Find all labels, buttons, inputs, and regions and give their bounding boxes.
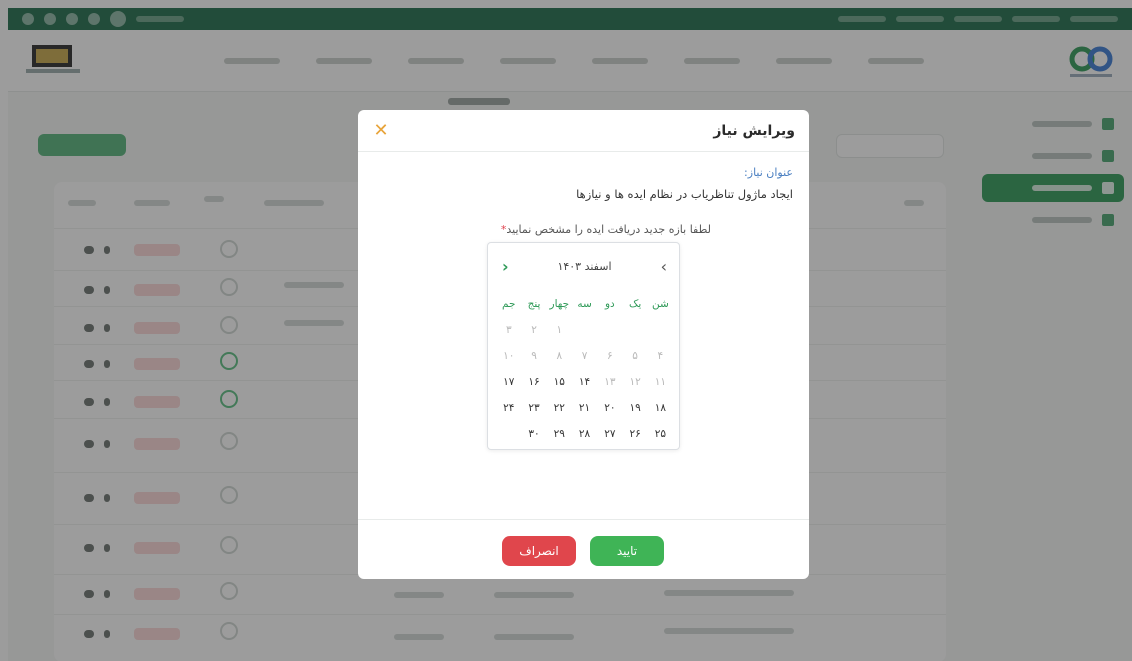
date-picker: › اسفند ۱۴۰۳ ‹ شن یک دو سه چهار پنج جم ۱ ۲ ۳ ۴ ۵ ۶ ۷ ۸… [487, 242, 680, 450]
calendar-week-row: ۱ ۲ ۳ [496, 317, 673, 343]
calendar-day: ۸ [556, 350, 563, 362]
calendar-day: ۳ [505, 324, 512, 336]
confirm-button[interactable]: تایید [590, 536, 664, 566]
calendar-day[interactable]: ۲۰ [597, 402, 622, 414]
calendar-day: ۷ [581, 350, 588, 362]
edit-need-dialog: ویرایش نیاز ✕ عنوان نیاز: ایجاد ماژول تن… [358, 110, 809, 579]
calendar-day[interactable]: ۲۵ [648, 428, 673, 440]
calendar-day[interactable]: ۲۴ [496, 402, 521, 414]
weekday-label: دو [604, 298, 615, 310]
weekday-label: جم [502, 298, 516, 310]
weekday-label: پنج [527, 298, 541, 310]
close-icon[interactable]: ✕ [372, 121, 390, 140]
weekday-label: چهار [549, 298, 570, 310]
dialog-header: ویرایش نیاز ✕ [358, 110, 809, 152]
calendar-day[interactable]: ۲۷ [597, 428, 622, 440]
calendar-day[interactable]: ۲۱ [572, 402, 597, 414]
dialog-title: ویرایش نیاز [713, 122, 795, 139]
calendar-day: ۱۲ [629, 376, 641, 388]
weekday-label: یک [628, 298, 642, 310]
calendar-week-row: ۴ ۵ ۶ ۷ ۸ ۹ ۱۰ [496, 343, 673, 369]
calendar-week-row: ۱۸ ۱۹ ۲۰ ۲۱ ۲۲ ۲۳ ۲۴ [496, 395, 673, 421]
need-title-value: ایجاد ماژول تناظریاب در نظام ایده ها و ن… [576, 187, 793, 201]
calendar-day[interactable]: ۱۸ [648, 402, 673, 414]
weekday-label: شن [651, 298, 669, 310]
calendar-header: › اسفند ۱۴۰۳ ‹ [488, 257, 681, 277]
calendar-day[interactable]: ۱۴ [572, 376, 597, 388]
calendar-day[interactable]: ۲۹ [547, 428, 572, 440]
calendar-day[interactable]: ۲۸ [572, 428, 597, 440]
dialog-footer: تایید انصراف [358, 519, 809, 579]
calendar-day: ۱۰ [503, 350, 515, 362]
calendar-day[interactable]: ۱۹ [622, 402, 647, 414]
calendar-month-label: اسفند ۱۴۰۳ [557, 260, 612, 273]
cancel-button[interactable]: انصراف [502, 536, 576, 566]
calendar-day: ۹ [531, 350, 537, 362]
calendar-day[interactable]: ۳۰ [521, 428, 546, 440]
calendar-day[interactable]: ۲۳ [521, 402, 546, 414]
calendar-day: ۵ [632, 350, 638, 362]
calendar-day[interactable]: ۱۶ [521, 376, 546, 388]
calendar-day: ۴ [657, 350, 664, 362]
calendar-day[interactable]: ۱۷ [496, 376, 521, 388]
chevron-left-icon[interactable]: ‹ [502, 257, 509, 277]
range-prompt: لطفا بازه جدید دریافت ایده را مشخص نمایی… [499, 223, 711, 236]
weekday-label: سه [577, 298, 592, 310]
calendar-day: ۲ [531, 324, 537, 336]
calendar-day: ۱ [556, 324, 563, 336]
range-prompt-text: لطفا بازه جدید دریافت ایده را مشخص نمایی… [506, 223, 711, 236]
calendar-day[interactable]: ۱۵ [547, 376, 572, 388]
calendar-day: ۱۱ [654, 376, 666, 388]
calendar-week-row: ۱۱ ۱۲ ۱۳ ۱۴ ۱۵ ۱۶ ۱۷ [496, 369, 673, 395]
need-title-label: عنوان نیاز: [744, 166, 793, 179]
weekday-header-row: شن یک دو سه چهار پنج جم [496, 291, 673, 317]
calendar-day: ۶ [607, 350, 613, 362]
calendar-day: ۱۳ [604, 376, 616, 388]
calendar-day[interactable]: ۲۲ [547, 402, 572, 414]
calendar-day[interactable]: ۲۶ [622, 428, 647, 440]
calendar-week-row: ۲۵ ۲۶ ۲۷ ۲۸ ۲۹ ۳۰ [496, 421, 673, 447]
calendar-grid: شن یک دو سه چهار پنج جم ۱ ۲ ۳ ۴ ۵ ۶ ۷ ۸ ۹ ۱۰ ۱۱ ۱۲ ۱۳ ۱۴ ۱۵ ۱۶… [496, 291, 673, 447]
